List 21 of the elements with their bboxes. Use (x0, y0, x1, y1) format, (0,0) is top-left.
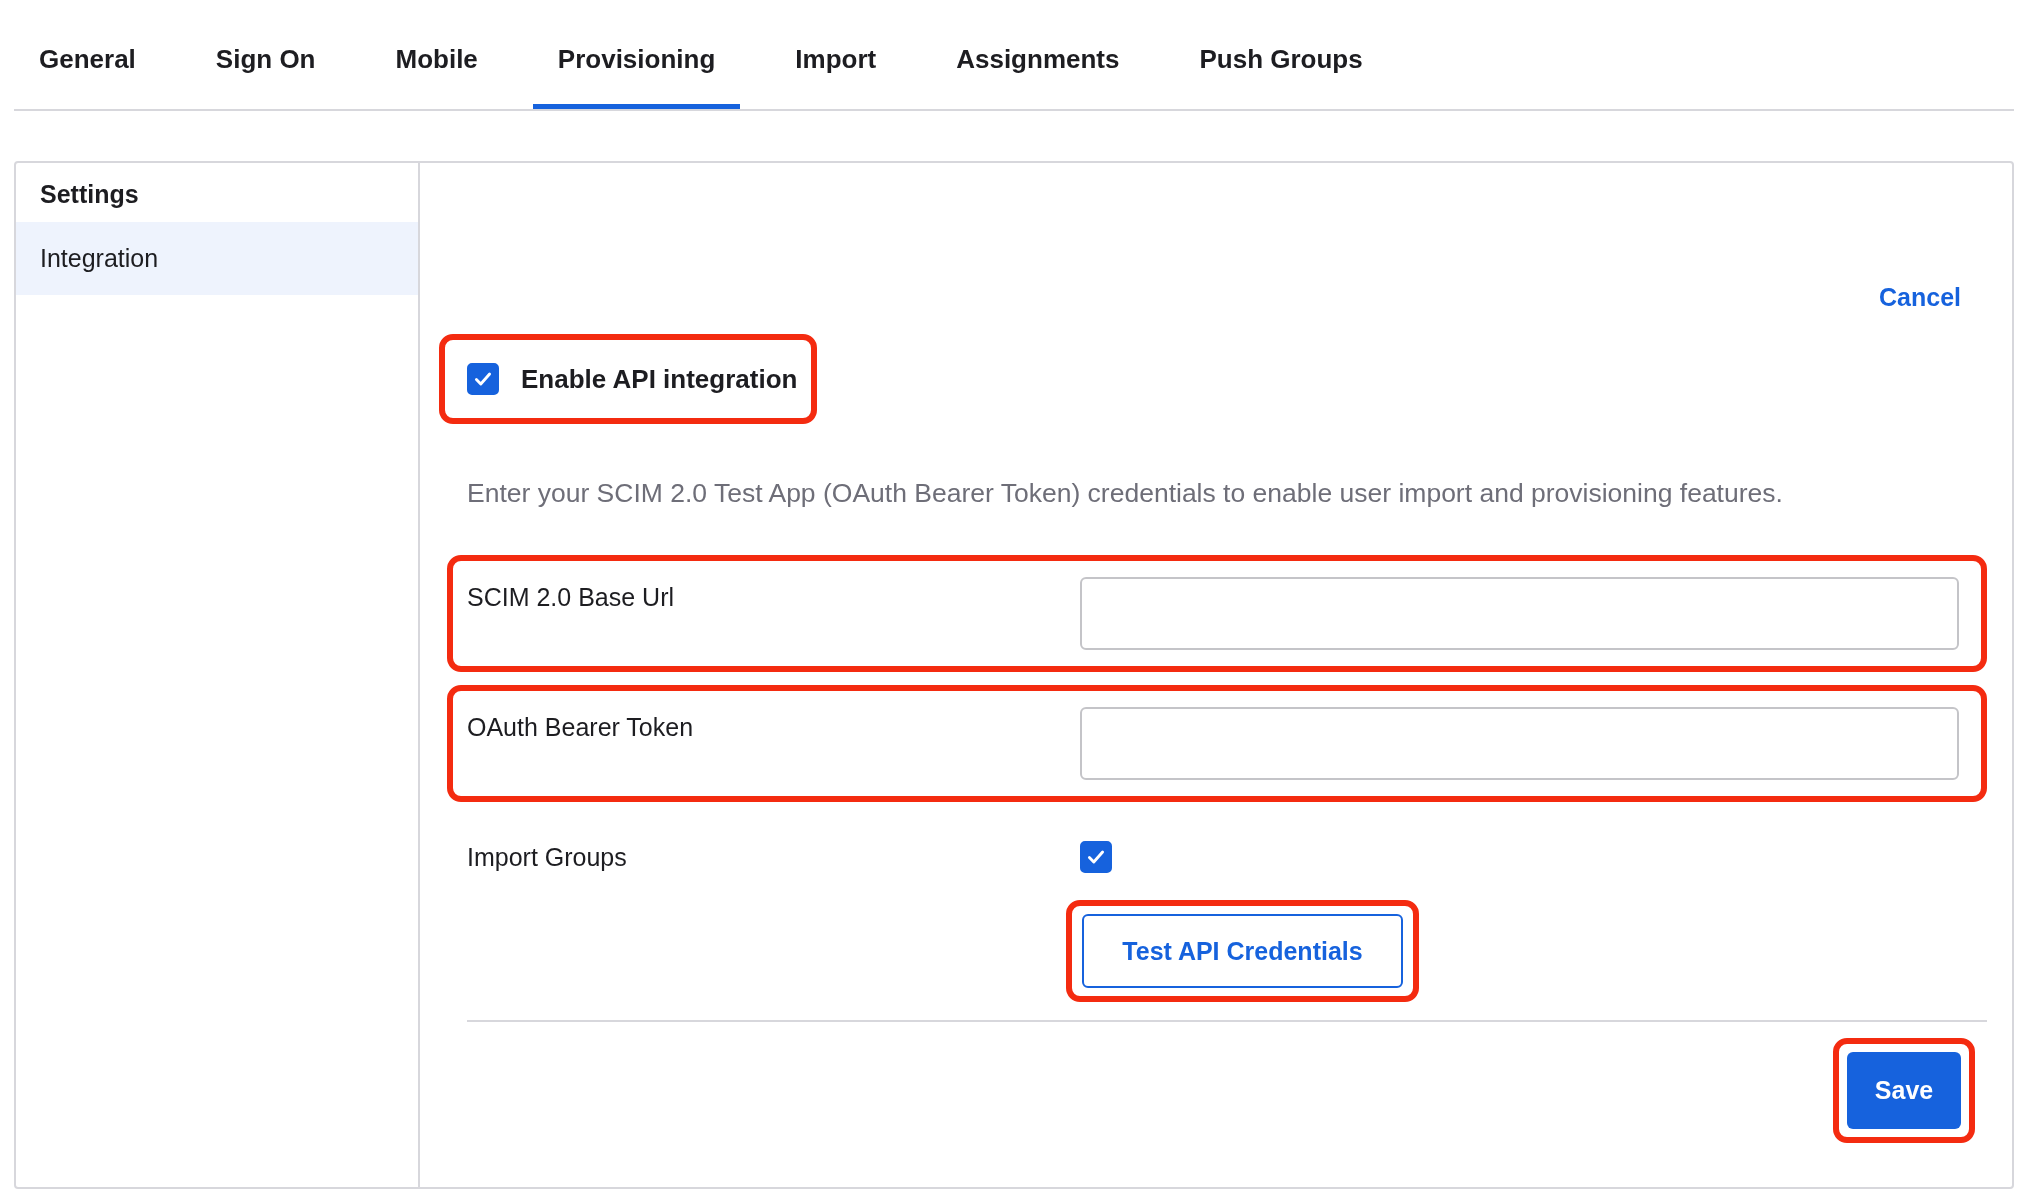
save-button[interactable]: Save (1847, 1052, 1961, 1129)
sidebar-heading: Settings (39, 179, 140, 210)
checkbox[interactable] (467, 363, 499, 395)
tab[interactable]: Assignments (931, 0, 1145, 109)
cancel-link[interactable]: Cancel (1879, 283, 1961, 312)
checkbox[interactable] (1080, 841, 1112, 873)
description-text: Enter your SCIM 2.0 Test App (OAuth Bearer Token) credentials to enable user import and provisioning features. (467, 478, 1784, 509)
input-field[interactable] (1080, 707, 1959, 780)
input-field[interactable] (1080, 577, 1959, 650)
tab[interactable]: Provisioning (532, 0, 741, 109)
tab[interactable]: General (14, 0, 161, 109)
field-label: OAuth Bearer Token (467, 712, 695, 742)
test-api-credentials-button[interactable]: Test API Credentials (1082, 914, 1403, 988)
tab[interactable]: Import (770, 0, 902, 109)
field-label: Import Groups (467, 842, 628, 872)
checkbox-label: Enable API integration (521, 363, 798, 395)
tab[interactable]: Mobile (370, 0, 503, 109)
field-label: SCIM 2.0 Base Url (467, 582, 675, 612)
tab[interactable]: Sign On (190, 0, 341, 109)
tab[interactable]: Push Groups (1174, 0, 1388, 109)
sidebar-item[interactable]: Integration (16, 222, 418, 295)
